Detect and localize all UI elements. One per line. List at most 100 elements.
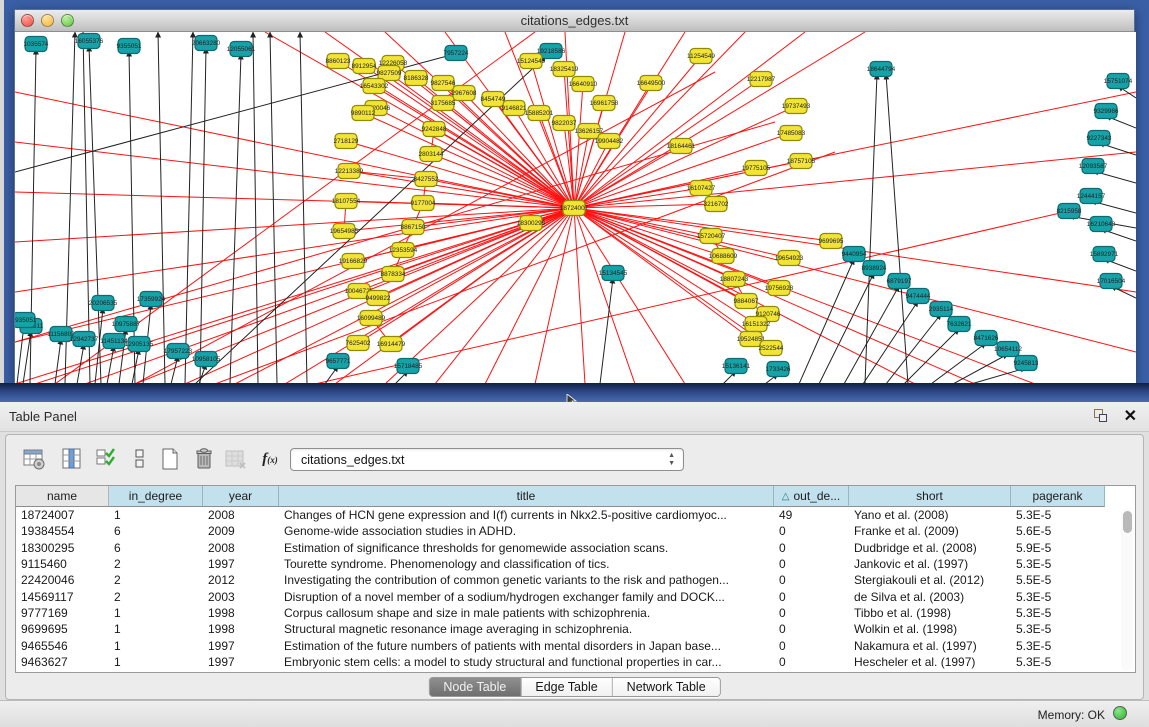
network-node[interactable]: 16640910	[569, 77, 598, 92]
network-node[interactable]: 19737493	[782, 99, 811, 114]
network-node[interactable]: 19775105	[742, 161, 771, 176]
network-node[interactable]: 7625402	[346, 336, 371, 351]
network-node[interactable]: 12353594	[389, 243, 418, 258]
network-node[interactable]: 2803144	[419, 147, 444, 162]
network-node[interactable]: 10654112	[994, 342, 1022, 357]
network-node[interactable]: 17016504	[1097, 274, 1126, 289]
network-node[interactable]: 10975887	[112, 317, 141, 332]
network-node[interactable]: 15136141	[722, 359, 751, 374]
window-close-button[interactable]	[21, 14, 34, 27]
network-node[interactable]: 18107554	[332, 194, 361, 209]
network-node[interactable]: 9884067	[734, 294, 759, 309]
network-node[interactable]: 16914479	[377, 337, 406, 352]
network-node[interactable]: 19756928	[765, 281, 794, 296]
function-builder-icon[interactable]: f(x)	[256, 445, 284, 473]
tab-edge-table[interactable]: Edge Table	[521, 678, 612, 696]
network-node[interactable]: 20663280	[192, 36, 221, 51]
network-node[interactable]: 16961758	[590, 96, 619, 111]
network-node[interactable]: 12444157	[1077, 189, 1106, 204]
window-minimize-button[interactable]	[41, 14, 54, 27]
vertical-scrollbar[interactable]	[1121, 509, 1133, 671]
network-node[interactable]: 10688609	[709, 249, 738, 264]
network-node[interactable]: 8867150	[401, 220, 426, 235]
network-node[interactable]: 9242848	[422, 122, 447, 137]
network-node[interactable]: 2522544	[759, 341, 784, 356]
network-node[interactable]: 18807243	[720, 272, 749, 287]
network-node[interactable]: 2935114	[929, 302, 954, 317]
network-node[interactable]: 16055376	[75, 34, 104, 49]
network-node[interactable]: 18644794	[867, 62, 896, 77]
show-columns-icon[interactable]	[58, 445, 86, 473]
network-node[interactable]: 9499822	[366, 291, 391, 306]
table-row[interactable]: 911546021997Tourette syndrome. Phenomeno…	[16, 556, 1105, 572]
network-node[interactable]: 1035574	[24, 37, 49, 52]
network-node[interactable]: 8215958	[1057, 204, 1082, 219]
network-window-titlebar[interactable]: citations_edges.txt	[15, 10, 1134, 32]
network-node[interactable]: 8938924	[862, 261, 887, 276]
table-mode-icon[interactable]	[20, 445, 48, 473]
select-all-icon[interactable]	[92, 445, 120, 473]
table-row[interactable]: 969969511998Structural magnetic resonanc…	[16, 621, 1105, 637]
tab-network-table[interactable]: Network Table	[613, 678, 720, 696]
network-node[interactable]: 16151322	[742, 317, 771, 332]
network-node[interactable]: 20206535	[89, 296, 118, 311]
network-node[interactable]: 3175685	[431, 96, 456, 111]
network-node[interactable]: 9227343	[1087, 131, 1112, 146]
network-node[interactable]: 6879197	[887, 274, 912, 289]
network-node[interactable]: 15892971	[1090, 247, 1119, 262]
network-node[interactable]: 8935051	[15, 313, 37, 328]
float-panel-icon[interactable]	[1094, 409, 1109, 424]
network-node[interactable]: 9355051	[117, 39, 142, 54]
table-row[interactable]: 2242004622012Investigating the contribut…	[16, 572, 1105, 588]
network-node[interactable]: 7957224	[444, 46, 469, 61]
table-row[interactable]: 1872400712008Changes of HCN gene express…	[16, 507, 1105, 523]
network-node[interactable]: 9657771	[326, 354, 351, 369]
delete-column-icon[interactable]	[190, 445, 218, 473]
network-node[interactable]: 2718129	[334, 134, 359, 149]
network-node[interactable]: 17485083	[777, 126, 806, 141]
column-header-short[interactable]: short	[849, 486, 1011, 507]
network-node[interactable]: 12905135	[125, 337, 154, 352]
network-node[interactable]: 9146821	[502, 101, 527, 116]
network-node[interactable]: 15124549	[517, 54, 546, 69]
table-row[interactable]: 946362711997Embryonic stem cells: a mode…	[16, 654, 1105, 670]
network-node[interactable]: 15718485	[394, 359, 423, 374]
network-node[interactable]: 17359924	[137, 292, 166, 307]
network-node[interactable]: 19166829	[339, 254, 368, 269]
table-selector-dropdown[interactable]: citations_edges.txt ▲▼	[290, 448, 684, 471]
network-node[interactable]: 19654985	[330, 224, 359, 239]
scrollbar-thumb[interactable]	[1123, 511, 1132, 533]
network-node[interactable]: 11254549	[687, 49, 715, 64]
table-row[interactable]: 1456911722003Disruption of a novel membe…	[16, 588, 1105, 604]
network-node[interactable]: 9890112	[351, 106, 376, 121]
network-node[interactable]: 16107427	[687, 181, 716, 196]
network-canvas[interactable]: 1035574 16055376 9355051 20663280 12055061 79…	[15, 32, 1136, 384]
network-node[interactable]: 8878334	[381, 267, 406, 282]
table-row[interactable]: 977716911998Corpus callosum shape and si…	[16, 605, 1105, 621]
network-node[interactable]: 2967608	[452, 86, 477, 101]
network-node[interactable]: 16099489	[357, 311, 386, 326]
network-node[interactable]: 8860123	[326, 54, 351, 69]
network-node[interactable]: 18724007	[560, 201, 589, 216]
network-node[interactable]: 12213389	[335, 164, 364, 179]
network-node[interactable]: 9440954	[842, 247, 867, 262]
network-node[interactable]: 18325419	[550, 62, 579, 77]
column-header-year[interactable]: year	[203, 486, 279, 507]
column-header-out_de[interactable]: △out_de...	[774, 486, 849, 507]
column-header-in_degree[interactable]: in_degree	[109, 486, 203, 507]
network-node[interactable]: 12217987	[747, 72, 776, 87]
network-node[interactable]: 12093587	[1079, 159, 1108, 174]
close-panel-icon[interactable]: ✕	[1124, 406, 1137, 426]
network-node[interactable]: 9177004	[411, 196, 436, 211]
network-node[interactable]: 12055061	[227, 42, 256, 57]
network-node[interactable]: 8427552	[414, 172, 439, 187]
network-node[interactable]: 9699695	[819, 234, 844, 249]
network-node[interactable]: 17957223	[164, 344, 193, 359]
network-node[interactable]: 9329966	[1094, 104, 1119, 119]
network-node[interactable]: 16210643	[1087, 217, 1116, 232]
column-header-pagerank[interactable]: pagerank	[1011, 486, 1105, 507]
column-header-title[interactable]: title	[279, 486, 774, 507]
memory-status-led-icon[interactable]	[1113, 706, 1127, 720]
clear-selection-icon[interactable]	[126, 445, 154, 473]
table-row[interactable]: 1830029562008Estimation of significance …	[16, 540, 1105, 556]
